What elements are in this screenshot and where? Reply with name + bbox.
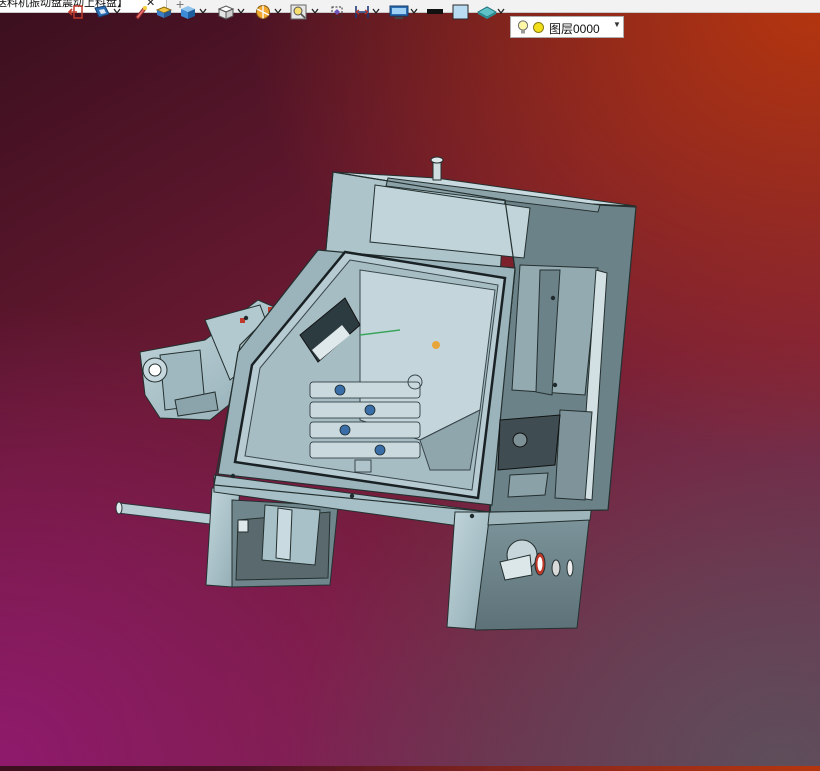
layer-select[interactable]: 图层0000 ▼ xyxy=(510,16,624,38)
shaded-cube-icon[interactable] xyxy=(179,0,197,24)
section-view-icon[interactable] xyxy=(254,0,272,24)
zoom-fit-dropdown-icon[interactable] xyxy=(311,7,319,15)
measure-dropdown-icon[interactable] xyxy=(372,7,380,15)
layer-select-value: 图层0000 xyxy=(549,22,600,36)
measure-icon[interactable] xyxy=(353,0,371,24)
exit-sketch-icon[interactable] xyxy=(68,0,84,24)
screen-display-dropdown-icon[interactable] xyxy=(410,7,418,15)
display-style-icon[interactable] xyxy=(155,0,173,24)
section-view-dropdown-icon[interactable] xyxy=(274,7,282,15)
perspective-icon[interactable] xyxy=(329,0,345,24)
machine-model xyxy=(115,156,637,631)
line-color-icon[interactable] xyxy=(426,0,444,24)
layer-color-swatch xyxy=(533,22,544,33)
material-icon[interactable] xyxy=(477,0,497,24)
fill-color-icon[interactable] xyxy=(452,0,470,24)
view-orientation-icon[interactable] xyxy=(93,0,111,24)
shaded-cube-dropdown-icon[interactable] xyxy=(199,7,207,15)
material-dropdown-icon[interactable] xyxy=(497,7,505,15)
3d-viewport[interactable] xyxy=(0,40,820,766)
zoom-fit-icon[interactable] xyxy=(290,0,308,24)
chevron-down-icon[interactable]: ▼ xyxy=(613,20,621,29)
view-cube-icon[interactable] xyxy=(217,0,235,24)
view-cube-dropdown-icon[interactable] xyxy=(237,7,245,15)
screen-display-icon[interactable] xyxy=(389,0,409,24)
hide-show-icon[interactable] xyxy=(133,0,149,24)
view-orientation-dropdown-icon[interactable] xyxy=(113,7,121,15)
lightbulb-icon[interactable] xyxy=(517,20,529,40)
